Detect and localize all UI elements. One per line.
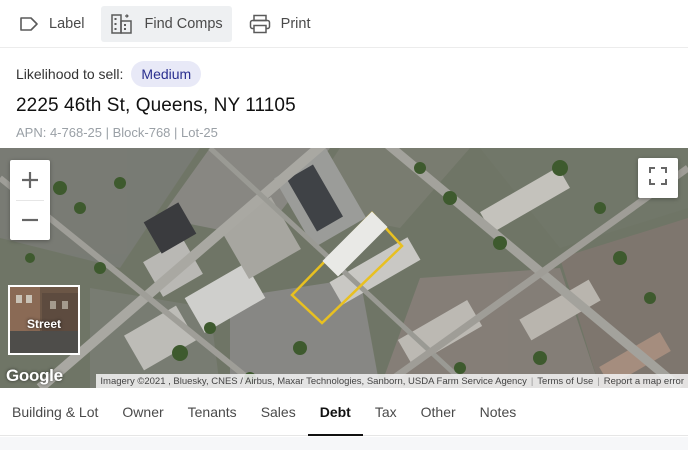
zoom-controls [10,160,50,240]
label-button-text: Label [49,15,85,32]
satellite-map[interactable]: Street Google Imagery ©2021 , Bluesky, C… [0,148,688,388]
zoom-divider [16,200,44,201]
tab-tenants[interactable]: Tenants [176,389,249,435]
find-comps-button-text: Find Comps [144,15,223,32]
satellite-imagery [0,148,688,388]
property-header: Likelihood to sell: Medium 2225 46th St,… [16,60,676,140]
property-address: 2225 46th St, Queens, NY 11105 [16,95,296,116]
tab-building-lot[interactable]: Building & Lot [12,389,110,435]
print-button-text: Print [280,15,311,32]
find-comps-button[interactable]: Find Comps [101,5,232,42]
terms-of-use-link[interactable]: Terms of Use [537,376,593,387]
apn-line: APN: 4-768-25 | Block-768 | Lot-25 [16,125,218,140]
fullscreen-button[interactable] [638,158,678,198]
buildings-icon [110,13,134,35]
zoom-in-button[interactable] [10,160,50,200]
property-tabs: Building & Lot Owner Tenants Sales Debt … [0,390,688,436]
street-view-thumbnail[interactable]: Street [8,285,80,355]
tab-notes[interactable]: Notes [468,389,529,435]
tab-sales[interactable]: Sales [249,389,308,435]
zoom-out-button[interactable] [10,200,50,240]
likelihood-badge: Medium [131,61,202,87]
printer-icon [249,14,271,34]
content-area [0,437,688,450]
likelihood-label: Likelihood to sell: [16,66,124,82]
toolbar: Label Find Comps Print [0,0,688,48]
print-button[interactable]: Print [240,6,320,42]
tab-other[interactable]: Other [409,389,468,435]
label-button[interactable]: Label [10,6,93,42]
google-logo: Google [6,366,63,385]
tag-icon [19,16,39,32]
attribution-divider: | [597,375,600,387]
street-view-label: Street [26,317,61,331]
attribution-divider: | [530,375,534,387]
tab-tax[interactable]: Tax [363,389,409,435]
fullscreen-icon [649,166,667,190]
map-attribution: Imagery ©2021 , Bluesky, CNES / Airbus, … [96,374,688,388]
tab-debt[interactable]: Debt [307,389,363,436]
likelihood-row: Likelihood to sell: Medium [16,60,676,88]
report-map-error-link[interactable]: Report a map error [604,376,684,387]
imagery-credit: Imagery ©2021 , Bluesky, CNES / Airbus, … [100,375,527,387]
tab-owner[interactable]: Owner [110,389,175,435]
